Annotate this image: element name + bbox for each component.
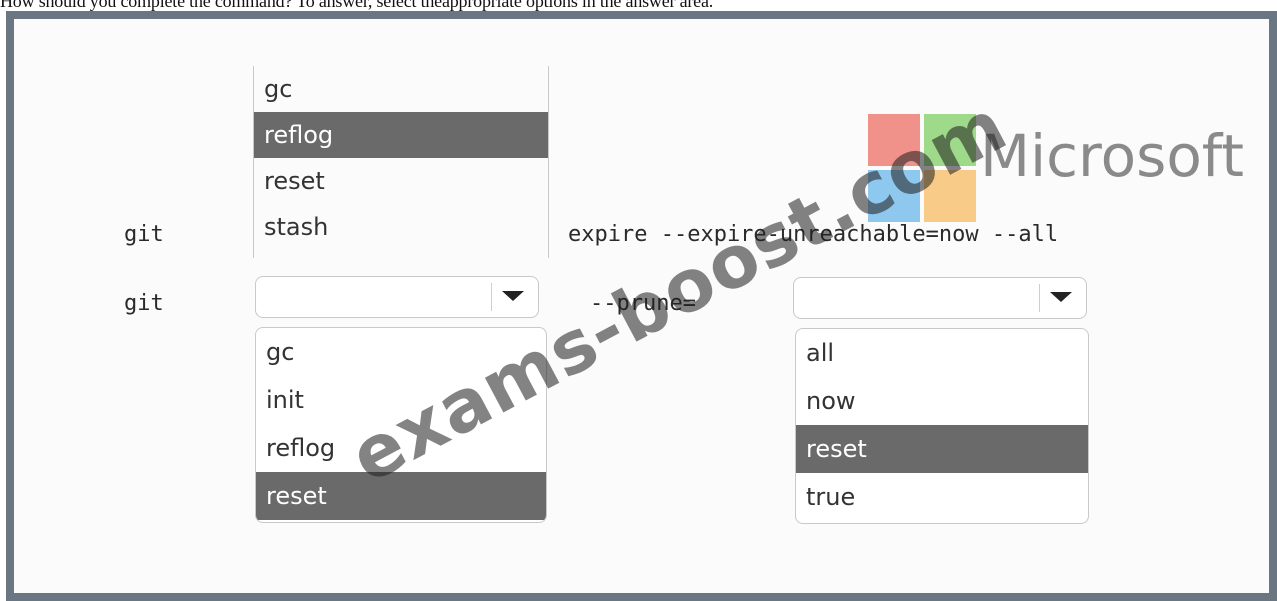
chevron-down-icon[interactable] [502,291,524,301]
logo-square-yellow [924,170,976,222]
row1-option-list[interactable]: gc reflog reset stash [253,66,549,258]
row2-git-label: git [124,291,164,316]
row1-command-suffix: expire --expire-unreachable=now --all [568,222,1059,247]
row2-dropdown1-list[interactable]: gc init reflog reset [255,327,547,523]
answer-area-frame: git gc reflog reset stash expire --expir… [6,11,1277,601]
chevron-down-icon[interactable] [1050,292,1072,302]
row1-option-selected[interactable]: reflog [254,112,548,158]
row2-prune-label: --prune= [590,291,696,316]
dropdown2-option[interactable]: now [796,377,1088,425]
logo-square-red [868,114,920,166]
dropdown2-option[interactable]: all [796,329,1088,377]
row2-dropdown2[interactable] [793,277,1087,319]
logo-square-blue [868,170,920,222]
row1-git-label: git [124,222,164,247]
dropdown-separator [491,283,492,311]
dropdown2-option[interactable]: true [796,473,1088,521]
answer-area: git gc reflog reset stash expire --expir… [14,19,1269,593]
dropdown1-option[interactable]: gc [256,328,546,376]
dropdown1-option-selected[interactable]: reset [256,472,546,520]
logo-square-green [924,114,976,166]
dropdown-separator [1039,284,1040,312]
row1-option[interactable]: stash [254,204,548,250]
dropdown1-option[interactable]: reflog [256,424,546,472]
microsoft-logo-icon [868,114,978,224]
row2-dropdown1[interactable] [255,276,539,318]
row1-option[interactable]: reset [254,158,548,204]
row1-option[interactable]: gc [254,66,548,112]
dropdown1-option[interactable]: init [256,376,546,424]
row2-dropdown2-list[interactable]: all now reset true [795,328,1089,524]
dropdown2-option-selected[interactable]: reset [796,425,1088,473]
microsoft-wordmark: Microsoft [980,122,1244,190]
